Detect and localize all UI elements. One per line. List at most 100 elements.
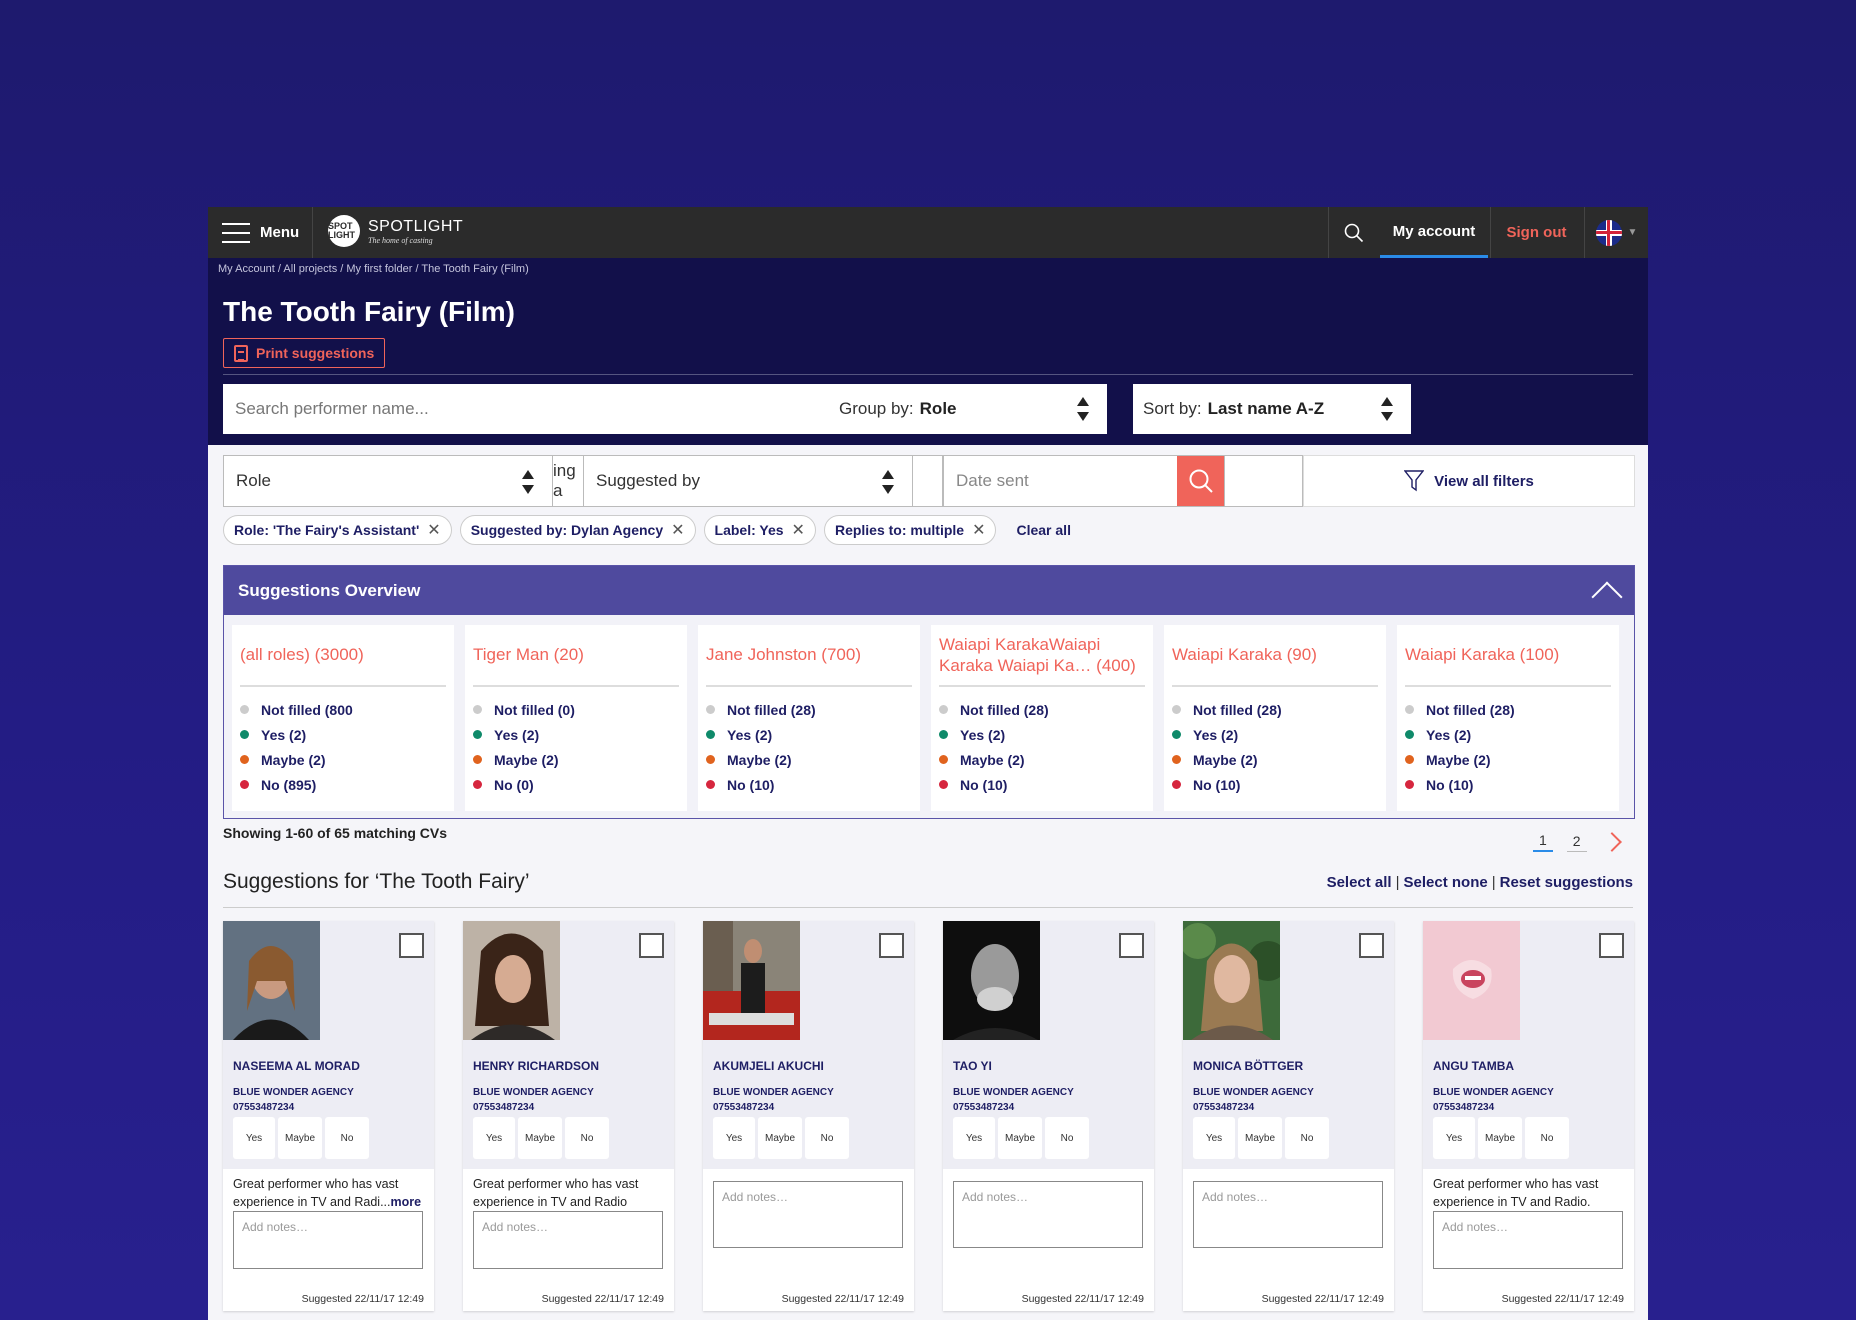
status-not-filled[interactable]: Not filled (800 xyxy=(240,697,446,722)
role-title[interactable]: (all roles) (3000) xyxy=(240,625,446,687)
close-icon[interactable]: ✕ xyxy=(972,520,985,540)
breadcrumb[interactable]: My Account / All projects / My first fol… xyxy=(218,263,529,275)
status-no[interactable]: No (10) xyxy=(1172,772,1378,797)
no-button[interactable]: No xyxy=(1045,1117,1089,1159)
top-search-button[interactable] xyxy=(1328,207,1378,258)
page-link[interactable]: 1 xyxy=(1533,832,1553,852)
maybe-button[interactable]: Maybe xyxy=(1478,1117,1522,1159)
status-not-filled[interactable]: Not filled (28) xyxy=(939,697,1145,722)
view-all-filters-button[interactable]: View all filters xyxy=(1303,455,1635,507)
no-button[interactable]: No xyxy=(1525,1117,1569,1159)
status-no[interactable]: No (10) xyxy=(706,772,912,797)
status-no[interactable]: No (10) xyxy=(1405,772,1611,797)
yes-button[interactable]: Yes xyxy=(713,1117,755,1159)
notes-field[interactable]: Add notes… xyxy=(1193,1181,1383,1248)
status-yes[interactable]: Yes (2) xyxy=(1172,722,1378,747)
menu-button[interactable]: Menu xyxy=(208,207,313,258)
status-maybe[interactable]: Maybe (2) xyxy=(473,747,679,772)
hidden-filter-select[interactable]: ing a xyxy=(553,455,583,507)
performer-photo[interactable] xyxy=(1183,921,1280,1040)
date-sent-input[interactable] xyxy=(944,456,1177,506)
status-not-filled[interactable]: Not filled (28) xyxy=(1405,697,1611,722)
maybe-button[interactable]: Maybe xyxy=(998,1117,1042,1159)
role-title[interactable]: Tiger Man (20) xyxy=(473,625,679,687)
notes-field[interactable]: Add notes… xyxy=(1433,1211,1623,1269)
group-by-select[interactable]: Group by: Role xyxy=(829,384,1107,434)
status-yes[interactable]: Yes (2) xyxy=(1405,722,1611,747)
status-yes[interactable]: Yes (2) xyxy=(473,722,679,747)
maybe-button[interactable]: Maybe xyxy=(278,1117,322,1159)
select-none-link[interactable]: Select none xyxy=(1404,874,1488,891)
suggested-by-filter-select[interactable]: Suggested by xyxy=(583,455,913,507)
status-yes[interactable]: Yes (2) xyxy=(939,722,1145,747)
role-title[interactable]: Waiapi KarakaWaiapi Karaka Waiapi Ka… (4… xyxy=(939,625,1145,687)
yes-button[interactable]: Yes xyxy=(953,1117,995,1159)
yes-button[interactable]: Yes xyxy=(1433,1117,1475,1159)
performer-name[interactable]: AKUMJELI AKUCHI xyxy=(713,1059,824,1073)
select-checkbox[interactable] xyxy=(399,933,424,958)
notes-field[interactable]: Add notes… xyxy=(953,1181,1143,1248)
filter-chip[interactable]: Role: 'The Fairy's Assistant' ✕ xyxy=(223,515,452,545)
page-link[interactable]: 2 xyxy=(1566,833,1587,852)
language-selector[interactable]: ▼ xyxy=(1584,207,1648,258)
maybe-button[interactable]: Maybe xyxy=(758,1117,802,1159)
select-all-link[interactable]: Select all xyxy=(1327,874,1392,891)
yes-button[interactable]: Yes xyxy=(1193,1117,1235,1159)
no-button[interactable]: No xyxy=(805,1117,849,1159)
performer-name[interactable]: ANGU TAMBA xyxy=(1433,1059,1514,1073)
status-maybe[interactable]: Maybe (2) xyxy=(240,747,446,772)
performer-search-input[interactable] xyxy=(223,384,847,434)
yes-button[interactable]: Yes xyxy=(473,1117,515,1159)
chevron-up-icon[interactable] xyxy=(1588,578,1624,602)
overview-header[interactable]: Suggestions Overview xyxy=(224,566,1634,615)
sign-out-link[interactable]: Sign out xyxy=(1490,207,1582,258)
performer-name[interactable]: NASEEMA AL MORAD xyxy=(233,1059,360,1073)
role-title[interactable]: Jane Johnston (700) xyxy=(706,625,912,687)
performer-photo[interactable] xyxy=(943,921,1040,1040)
performer-name[interactable]: HENRY RICHARDSON xyxy=(473,1059,599,1073)
status-no[interactable]: No (10) xyxy=(939,772,1145,797)
notes-field[interactable]: Add notes… xyxy=(713,1181,903,1248)
status-no[interactable]: No (0) xyxy=(473,772,679,797)
performer-photo[interactable] xyxy=(1423,921,1520,1040)
close-icon[interactable]: ✕ xyxy=(792,520,805,540)
spotlight-logo[interactable]: SPOT LIGHT SPOTLIGHT The home of casting xyxy=(328,215,463,247)
performer-photo[interactable] xyxy=(463,921,560,1040)
maybe-button[interactable]: Maybe xyxy=(518,1117,562,1159)
performer-name[interactable]: MONICA BÖTTGER xyxy=(1193,1059,1303,1073)
status-maybe[interactable]: Maybe (2) xyxy=(1405,747,1611,772)
select-checkbox[interactable] xyxy=(1119,933,1144,958)
performer-photo[interactable] xyxy=(703,921,800,1040)
status-not-filled[interactable]: Not filled (28) xyxy=(706,697,912,722)
status-no[interactable]: No (895) xyxy=(240,772,446,797)
sort-by-select[interactable]: Sort by: Last name A-Z xyxy=(1133,384,1411,434)
status-yes[interactable]: Yes (2) xyxy=(240,722,446,747)
no-button[interactable]: No xyxy=(325,1117,369,1159)
role-title[interactable]: Waiapi Karaka (100) xyxy=(1405,625,1611,687)
status-yes[interactable]: Yes (2) xyxy=(706,722,912,747)
maybe-button[interactable]: Maybe xyxy=(1238,1117,1282,1159)
status-maybe[interactable]: Maybe (2) xyxy=(1172,747,1378,772)
status-not-filled[interactable]: Not filled (0) xyxy=(473,697,679,722)
performer-name[interactable]: TAO YI xyxy=(953,1059,992,1073)
yes-button[interactable]: Yes xyxy=(233,1117,275,1159)
more-link[interactable]: more xyxy=(391,1195,422,1209)
status-maybe[interactable]: Maybe (2) xyxy=(939,747,1145,772)
performer-photo[interactable] xyxy=(223,921,320,1040)
no-button[interactable]: No xyxy=(1285,1117,1329,1159)
clear-all-link[interactable]: Clear all xyxy=(1016,522,1070,538)
close-icon[interactable]: ✕ xyxy=(427,520,440,540)
my-account-link[interactable]: My account xyxy=(1380,207,1488,258)
select-checkbox[interactable] xyxy=(879,933,904,958)
select-checkbox[interactable] xyxy=(639,933,664,958)
date-search-button[interactable] xyxy=(1177,456,1224,506)
no-button[interactable]: No xyxy=(565,1117,609,1159)
select-checkbox[interactable] xyxy=(1599,933,1624,958)
filter-chip[interactable]: Suggested by: Dylan Agency ✕ xyxy=(459,515,696,545)
notes-field[interactable]: Add notes… xyxy=(473,1211,663,1269)
role-title[interactable]: Waiapi Karaka (90) xyxy=(1172,625,1378,687)
filter-chip[interactable]: Replies to: multiple ✕ xyxy=(823,515,997,545)
status-maybe[interactable]: Maybe (2) xyxy=(706,747,912,772)
print-suggestions-button[interactable]: Print suggestions xyxy=(223,338,386,368)
chevron-right-icon[interactable] xyxy=(1601,832,1622,852)
